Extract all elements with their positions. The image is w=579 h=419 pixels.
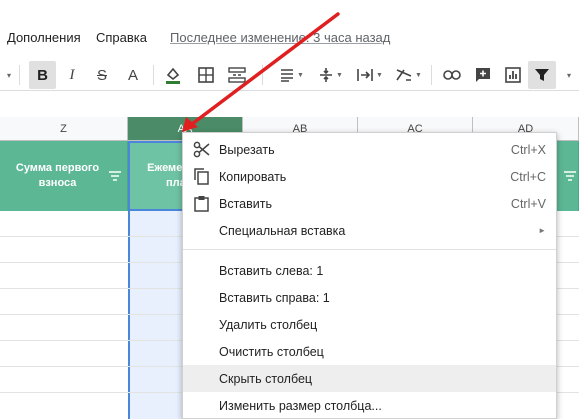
- borders-icon[interactable]: [193, 61, 219, 89]
- menu-item-paste-label: Вставить: [219, 196, 272, 211]
- menu-addons[interactable]: Дополнения: [7, 30, 81, 45]
- toolbar-divider: [19, 65, 20, 85]
- menu-item-resize-column[interactable]: Изменить размер столбца...: [183, 392, 556, 419]
- menu-item-copy-label: Копировать: [219, 169, 287, 184]
- menu-item-cut[interactable]: Вырезать Ctrl+X: [183, 136, 556, 163]
- row-divider: [557, 236, 579, 237]
- row-divider: [557, 262, 579, 263]
- menu-item-clear-column[interactable]: Очистить столбец: [183, 338, 556, 365]
- font-size-caret-icon[interactable]: ▾: [2, 61, 16, 89]
- row-divider: [0, 288, 182, 289]
- menu-item-paste-special-label: Специальная вставка: [219, 223, 346, 238]
- row-divider: [0, 236, 182, 237]
- header-cell-z-text: Сумма первого взноса: [15, 162, 100, 189]
- strikethrough-icon[interactable]: S: [90, 61, 114, 89]
- menu-item-clear-column-label: Очистить столбец: [219, 344, 324, 359]
- menu-divider: [183, 249, 556, 250]
- bold-icon[interactable]: B: [29, 61, 56, 89]
- column-header-z[interactable]: Z: [0, 117, 128, 141]
- row-divider: [0, 340, 182, 341]
- toolbar: ▾ B I S A ▼ ▼ ▼ ▼ ▾: [0, 58, 579, 91]
- toolbar-divider: [262, 65, 263, 85]
- header-cell-z[interactable]: Сумма первого взноса: [0, 141, 128, 211]
- menu-item-paste-special[interactable]: Специальная вставка ►: [183, 217, 556, 244]
- context-menu: Вырезать Ctrl+X Копировать Ctrl+C Встави…: [182, 132, 557, 419]
- valign-icon[interactable]: ▼: [314, 61, 348, 89]
- menu-item-insert-left[interactable]: Вставить слева: 1: [183, 257, 556, 284]
- menu-item-hide-column[interactable]: Скрыть столбец: [183, 365, 556, 392]
- menu-item-resize-column-label: Изменить размер столбца...: [219, 398, 382, 413]
- fill-color-icon[interactable]: [160, 61, 186, 89]
- copy-icon: [194, 168, 209, 185]
- rotate-icon[interactable]: ▼: [392, 61, 426, 89]
- menu-item-delete-column-label: Удалить столбец: [219, 317, 318, 332]
- menu-item-copy[interactable]: Копировать Ctrl+C: [183, 163, 556, 190]
- link-icon[interactable]: [439, 61, 465, 89]
- merge-icon[interactable]: [224, 61, 250, 89]
- wrap-icon[interactable]: ▼: [353, 61, 387, 89]
- menu-item-cut-shortcut: Ctrl+X: [510, 142, 546, 157]
- menu-item-insert-right-label: Вставить справа: 1: [219, 290, 330, 305]
- paste-icon: [194, 196, 209, 212]
- row-divider: [557, 366, 579, 367]
- row-divider: [557, 340, 579, 341]
- toolbar-divider: [153, 65, 154, 85]
- align-icon[interactable]: ▼: [275, 61, 309, 89]
- toolbar-divider: [431, 65, 432, 85]
- more-caret-icon[interactable]: ▾: [560, 61, 578, 89]
- filter-icon[interactable]: [109, 171, 121, 181]
- menu-item-insert-left-label: Вставить слева: 1: [219, 263, 324, 278]
- menu-item-cut-label: Вырезать: [219, 142, 275, 157]
- menu-item-insert-right[interactable]: Вставить справа: 1: [183, 284, 556, 311]
- row-divider: [557, 392, 579, 393]
- row-divider: [557, 314, 579, 315]
- submenu-arrow-icon: ►: [538, 226, 546, 235]
- menu-bar: Дополнения Справка Последнее изменение: …: [0, 26, 579, 52]
- menu-item-paste-shortcut: Ctrl+V: [510, 196, 546, 211]
- italic-icon[interactable]: I: [60, 61, 84, 89]
- selected-column: [128, 211, 182, 419]
- row-divider: [0, 392, 182, 393]
- filter-icon[interactable]: [564, 171, 576, 181]
- row-divider: [0, 262, 182, 263]
- scissors-icon: [193, 141, 210, 158]
- row-divider: [0, 366, 182, 367]
- comment-icon[interactable]: [470, 61, 496, 89]
- menu-item-delete-column[interactable]: Удалить столбец: [183, 311, 556, 338]
- last-edit-link[interactable]: Последнее изменение: 3 часа назад: [170, 30, 390, 45]
- row-divider: [0, 314, 182, 315]
- chart-icon[interactable]: [500, 61, 526, 89]
- menu-item-hide-column-label: Скрыть столбец: [219, 371, 313, 386]
- menu-item-copy-shortcut: Ctrl+C: [510, 169, 546, 184]
- menu-item-paste[interactable]: Вставить Ctrl+V: [183, 190, 556, 217]
- filter-icon[interactable]: [528, 61, 556, 89]
- text-color-icon[interactable]: A: [121, 61, 145, 89]
- menu-help[interactable]: Справка: [96, 30, 147, 45]
- row-divider: [557, 288, 579, 289]
